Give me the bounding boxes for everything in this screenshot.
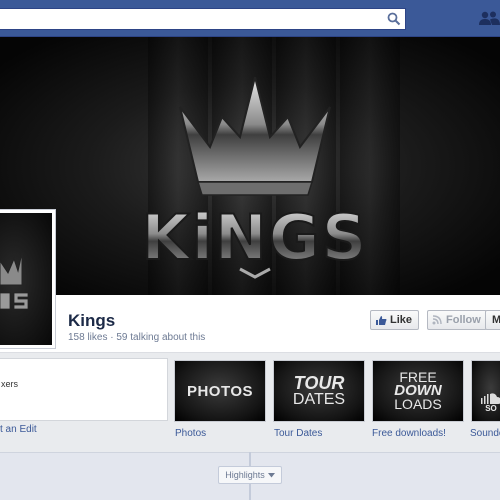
- page-title[interactable]: Kings: [68, 311, 115, 331]
- search-input[interactable]: [0, 9, 387, 29]
- profile-picture[interactable]: [0, 209, 56, 349]
- app-tile-text: SO: [485, 404, 497, 413]
- friends-icon[interactable]: [478, 10, 500, 26]
- app-free-downloads[interactable]: FREE DOWN LOADS: [372, 360, 464, 422]
- search-field[interactable]: [0, 8, 406, 30]
- app-tile: FREE DOWN LOADS: [373, 361, 463, 421]
- cover-logo-text: KiNGS: [142, 201, 369, 274]
- about-box: xers: [0, 358, 168, 421]
- app-tour-dates[interactable]: TOUR DATES: [273, 360, 365, 422]
- app-label-free-downloads[interactable]: Free downloads!: [372, 428, 446, 439]
- chevron-down-icon: [267, 472, 275, 477]
- more-button[interactable]: M: [485, 310, 500, 330]
- search-icon[interactable]: [387, 12, 401, 26]
- more-button-label: M: [492, 314, 500, 326]
- app-tile-text: TOUR: [293, 373, 345, 393]
- app-photos[interactable]: PHOTOS: [174, 360, 266, 422]
- app-tile-text: PHOTOS: [186, 382, 254, 400]
- follow-button-label: Follow: [446, 314, 481, 326]
- profile-picture-image: [0, 213, 52, 345]
- soundcloud-icon: [481, 393, 500, 404]
- like-button-label: Like: [390, 314, 413, 326]
- like-button[interactable]: Like: [370, 310, 419, 330]
- thumbs-up-icon: [376, 315, 387, 325]
- app-tile-text: LOADS: [394, 396, 442, 413]
- profile-logo: [0, 252, 29, 310]
- app-tile-text: DATES: [292, 391, 346, 408]
- top-bar: [0, 0, 500, 37]
- page-header: Kings 158 likes · 59 talking about this: [0, 295, 500, 353]
- highlights-dropdown[interactable]: Highlights: [218, 466, 282, 484]
- app-soundcloud[interactable]: SO: [471, 360, 500, 422]
- kings-crown-logo: KiNGS: [141, 77, 369, 279]
- app-label-photos[interactable]: Photos: [175, 428, 206, 439]
- cover-photo[interactable]: KiNGS: [0, 37, 500, 295]
- about-text: xers: [1, 379, 19, 389]
- app-label-tour-dates[interactable]: Tour Dates: [274, 428, 322, 439]
- follow-button[interactable]: Follow: [427, 310, 487, 330]
- about-edit-link[interactable]: t an Edit: [0, 424, 37, 435]
- highlights-label: Highlights: [225, 470, 265, 480]
- app-tile: SO: [472, 361, 500, 421]
- app-tile: TOUR DATES: [274, 361, 364, 421]
- app-label-soundcloud[interactable]: Soundc: [470, 428, 500, 439]
- page-stats[interactable]: 158 likes · 59 talking about this: [68, 332, 205, 343]
- app-tile: PHOTOS: [175, 361, 265, 421]
- rss-icon: [432, 315, 442, 325]
